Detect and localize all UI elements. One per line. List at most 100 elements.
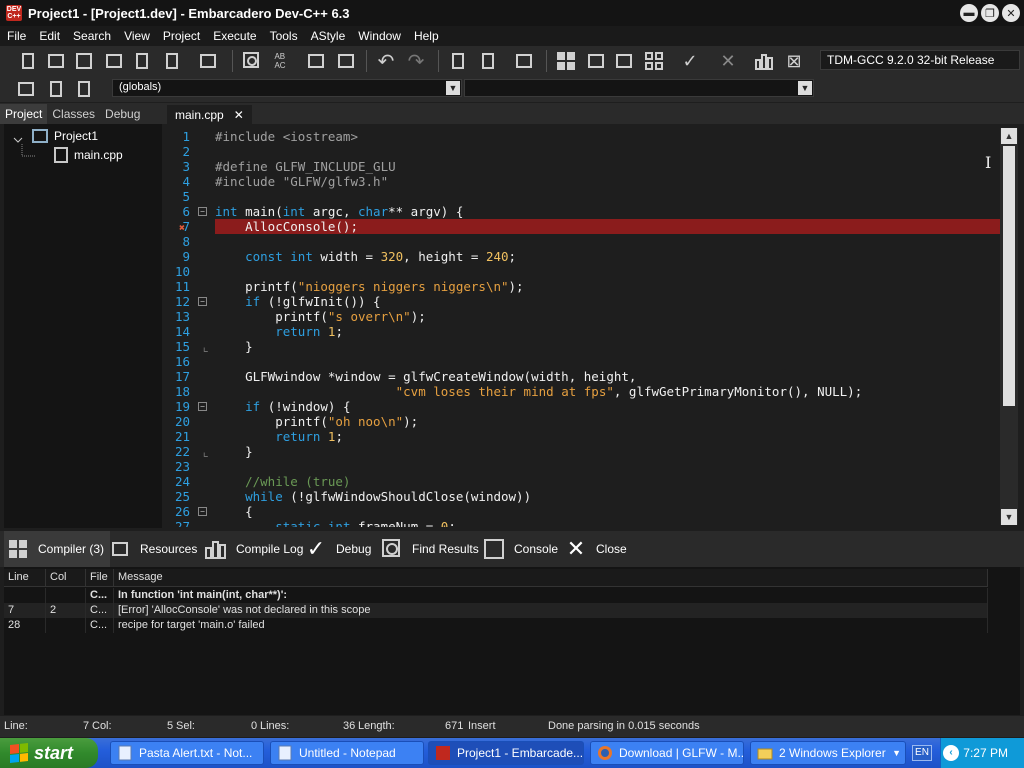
code-line[interactable]: 27 static int frameNum = 0; <box>168 519 1000 527</box>
devcpp-app-icon[interactable]: DEV C++ <box>6 5 22 21</box>
comment-icon[interactable] <box>512 50 536 72</box>
compiler-messages[interactable]: Line Col File Message C... In function 'i… <box>4 567 1020 715</box>
restore-button[interactable]: ❐ <box>981 4 999 22</box>
tab-close-panel[interactable]: ✕ Close <box>564 531 627 567</box>
fold-toggle-icon[interactable]: − <box>198 507 207 516</box>
tab-main-cpp[interactable]: main.cpp ✕ <box>167 105 252 124</box>
code-line[interactable]: 6− int main(int argc, char** argv) { <box>168 204 1000 219</box>
message-row[interactable]: C... In function 'int main(int, char**)': <box>4 588 988 603</box>
code-line[interactable]: 15 ⌞ } <box>168 339 1000 354</box>
code-line[interactable]: 9 const int width = 320, height = 240; <box>168 249 1000 264</box>
goto-next-icon[interactable] <box>476 50 500 72</box>
syntax-check-icon[interactable]: ✓ <box>678 50 702 72</box>
bookmark-list-icon[interactable] <box>72 78 96 100</box>
taskbar-item-pasta-alert[interactable]: Pasta Alert.txt - Not... <box>110 741 264 765</box>
language-indicator[interactable]: EN <box>912 745 932 761</box>
tab-resources[interactable]: Resources <box>108 531 197 567</box>
group-chevron-down-icon[interactable]: ▼ <box>892 748 901 758</box>
class-select[interactable]: (globals) ▼ <box>112 79 462 97</box>
profile-icon[interactable] <box>752 50 776 72</box>
fold-toggle-icon[interactable]: − <box>198 207 207 216</box>
tab-compile-log[interactable]: Compile Log <box>204 531 303 567</box>
scroll-thumb[interactable] <box>1003 146 1015 406</box>
close-file-icon[interactable] <box>130 50 154 72</box>
unindent-icon[interactable] <box>334 50 358 72</box>
tab-console[interactable]: Console <box>482 531 558 567</box>
goto-previous-icon[interactable] <box>446 50 470 72</box>
menu-execute[interactable]: Execute <box>206 29 262 43</box>
tree-item-project[interactable]: Project1 <box>32 129 98 143</box>
taskbar-item-windows-explorer[interactable]: 2 Windows Explorer ▼ <box>750 741 906 765</box>
taskbar-item-devcpp[interactable]: Project1 - Embarcade... <box>428 741 584 765</box>
column-header-line[interactable]: Line <box>4 569 46 587</box>
close-all-icon[interactable] <box>160 50 184 72</box>
code-line[interactable]: 24 //while (true) <box>168 474 1000 489</box>
code-line[interactable]: 25 while (!glfwWindowShouldClose(window)… <box>168 489 1000 504</box>
menu-astyle[interactable]: AStyle <box>304 29 352 43</box>
code-line[interactable]: 2 <box>168 144 1000 159</box>
menu-window[interactable]: Window <box>351 29 407 43</box>
code-line[interactable]: 12− if (!glfwInit()) { <box>168 294 1000 309</box>
run-icon[interactable] <box>584 50 608 72</box>
indent-icon[interactable] <box>304 50 328 72</box>
taskbar-item-untitled-notepad[interactable]: Untitled - Notepad <box>270 741 424 765</box>
fold-toggle-icon[interactable]: − <box>198 402 207 411</box>
new-project-icon[interactable] <box>14 78 38 100</box>
code-line[interactable]: 10 <box>168 264 1000 279</box>
delete-profile-icon[interactable]: ⊠ <box>782 50 806 72</box>
tab-debug[interactable]: Debug <box>100 104 145 124</box>
chevron-down-icon[interactable]: ▼ <box>446 81 460 95</box>
replace-icon[interactable]: AB AC <box>268 50 292 72</box>
member-select[interactable]: ▼ <box>464 79 814 97</box>
code-line[interactable]: 16 <box>168 354 1000 369</box>
find-icon[interactable] <box>240 50 264 72</box>
code-line[interactable]: 22 ⌞ } <box>168 444 1000 459</box>
compile-icon[interactable] <box>554 50 578 72</box>
code-line[interactable]: 20 printf("oh noo\n"); <box>168 414 1000 429</box>
code-line[interactable]: 5 <box>168 189 1000 204</box>
tab-debug-output[interactable]: ✓ Debug <box>304 531 372 567</box>
tree-item-main-cpp[interactable]: main.cpp <box>54 147 123 163</box>
menu-edit[interactable]: Edit <box>32 29 66 43</box>
editor-scrollbar[interactable]: ▲ ▼ <box>1000 128 1018 525</box>
column-header-file[interactable]: File <box>86 569 114 587</box>
code-line[interactable]: 11 printf("nioggers niggers niggers\n"); <box>168 279 1000 294</box>
start-button[interactable]: start <box>0 738 98 768</box>
code-line[interactable]: 17 GLFWwindow *window = glfwCreateWindow… <box>168 369 1000 384</box>
code-line[interactable]: 4 #include "GLFW/glfw3.h" <box>168 174 1000 189</box>
tab-classes[interactable]: Classes <box>47 104 100 124</box>
code-line[interactable]: 26− { <box>168 504 1000 519</box>
tab-compiler[interactable]: Compiler (3) <box>4 531 111 567</box>
code-line[interactable]: 8 <box>168 234 1000 249</box>
code-line[interactable]: 3 #define GLFW_INCLUDE_GLU <box>168 159 1000 174</box>
fold-toggle-icon[interactable]: − <box>198 297 207 306</box>
menu-search[interactable]: Search <box>66 29 117 43</box>
scroll-down-icon[interactable]: ▼ <box>1001 509 1017 525</box>
bookmark-icon[interactable] <box>44 78 68 100</box>
code-line[interactable]: 13 printf("s overr\n"); <box>168 309 1000 324</box>
open-folder-icon[interactable] <box>44 50 68 72</box>
close-tab-icon[interactable]: ✕ <box>234 108 244 122</box>
save-icon[interactable] <box>72 50 96 72</box>
taskbar-item-glfw-download[interactable]: Download | GLFW - M... <box>590 741 744 765</box>
clock[interactable]: 7:27 PM <box>963 746 1008 760</box>
menu-view[interactable]: View <box>117 29 156 43</box>
menu-help[interactable]: Help <box>407 29 445 43</box>
code-editor[interactable]: 1 #include <iostream> 2 3 #define GLFW_INCLU… <box>168 124 1000 527</box>
code-line[interactable]: 14 return 1; <box>168 324 1000 339</box>
compile-run-icon[interactable] <box>612 50 636 72</box>
code-line[interactable]: ✖ 7 AllocConsole(); <box>168 219 1000 234</box>
code-line[interactable]: 1 #include <iostream> <box>168 129 1000 144</box>
message-row[interactable]: 7 2 C... [Error] 'AllocConsole' was not dec… <box>4 603 988 618</box>
save-all-icon[interactable] <box>102 50 126 72</box>
tray-expand-icon[interactable]: ‹ <box>943 745 959 761</box>
scroll-up-icon[interactable]: ▲ <box>1001 128 1017 144</box>
compiler-select[interactable]: TDM-GCC 9.2.0 32-bit Release <box>820 50 1020 70</box>
new-file-icon[interactable] <box>16 50 40 72</box>
stop-execution-icon[interactable]: ✕ <box>716 50 740 72</box>
close-window-button[interactable]: ✕ <box>1002 4 1020 22</box>
column-header-message[interactable]: Message <box>114 569 988 587</box>
code-line[interactable]: 23 <box>168 459 1000 474</box>
code-line[interactable]: 21 return 1; <box>168 429 1000 444</box>
code-line[interactable]: 19− if (!window) { <box>168 399 1000 414</box>
